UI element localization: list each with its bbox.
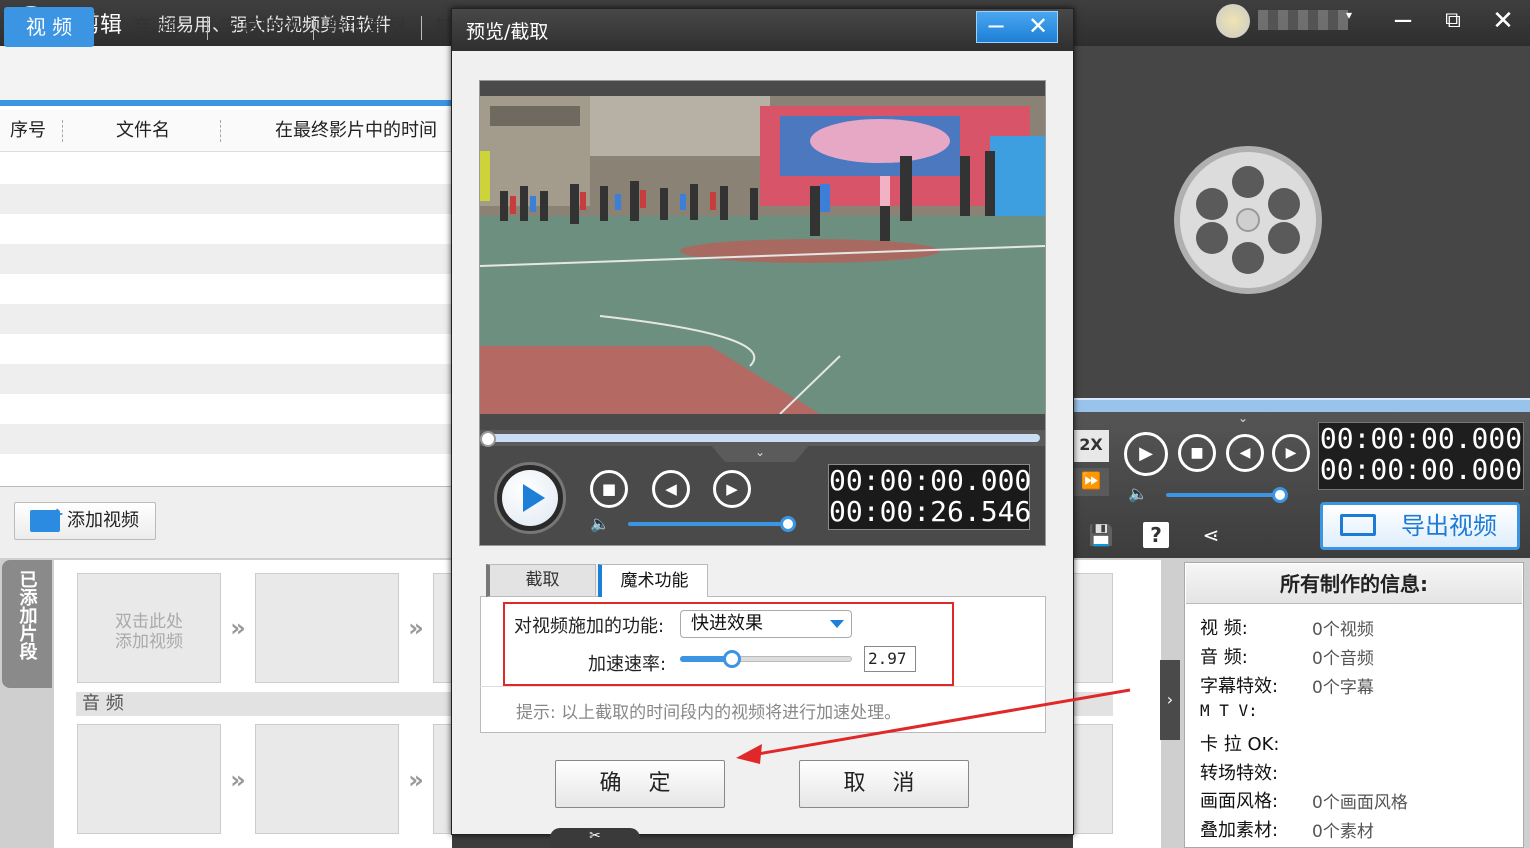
annotation-arrow: [736, 688, 1131, 764]
